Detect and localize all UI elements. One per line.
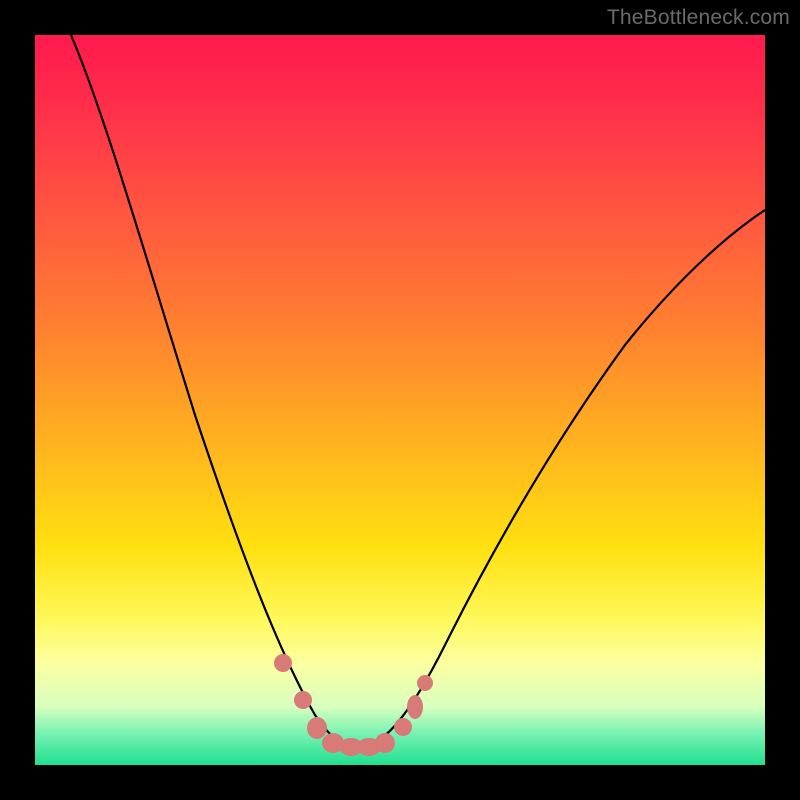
marker-dot xyxy=(274,654,292,672)
marker-dot xyxy=(294,691,312,709)
marker-dot xyxy=(375,733,395,753)
marker-dot xyxy=(394,718,412,736)
watermark-text: TheBottleneck.com xyxy=(607,6,790,30)
marker-dot xyxy=(407,695,423,719)
marker-dot xyxy=(417,675,433,691)
bottleneck-curve xyxy=(71,35,765,748)
outer-frame: TheBottleneck.com xyxy=(0,0,800,800)
chart-svg xyxy=(35,35,765,765)
plot-area xyxy=(35,35,765,765)
marker-group xyxy=(274,654,433,756)
marker-dot xyxy=(307,717,327,739)
